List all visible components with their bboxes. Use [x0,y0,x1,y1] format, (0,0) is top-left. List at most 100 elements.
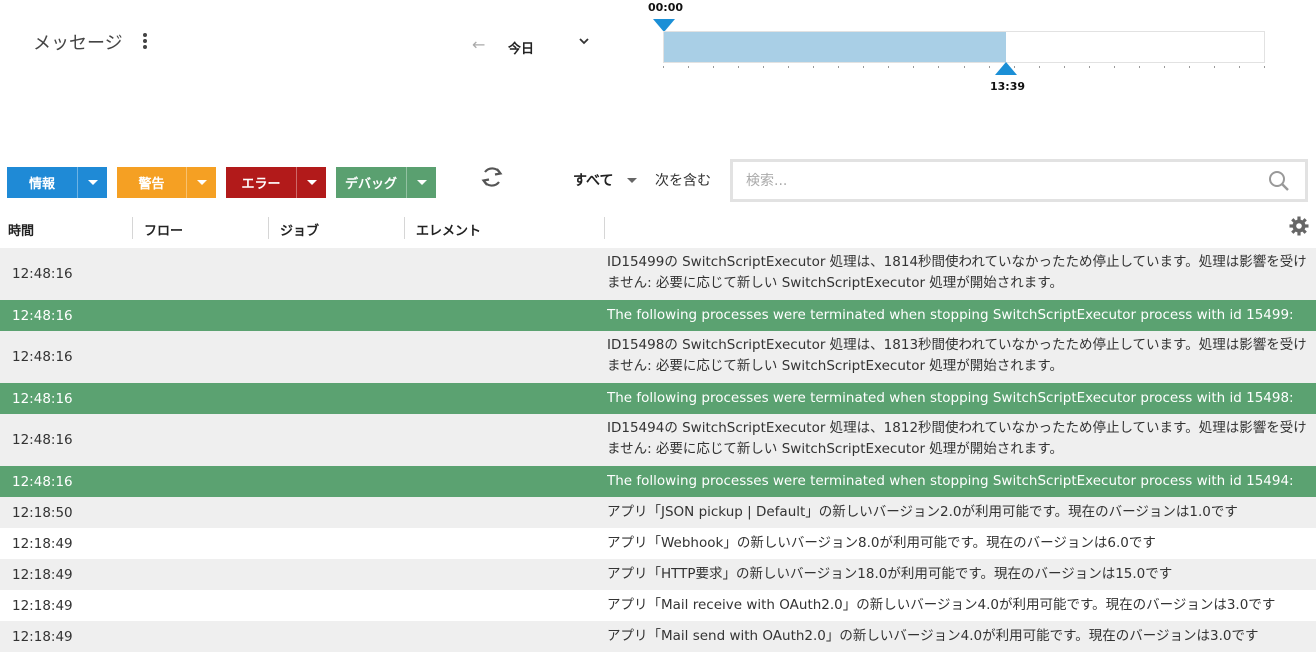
filter-debug-label[interactable]: デバッグ [336,167,406,198]
timeline-tick [1213,66,1215,68]
table-row[interactable]: 12:48:16 The following processes were te… [0,300,1316,331]
timeline-tick [1138,66,1140,68]
row-time: 12:48:16 [12,307,73,324]
filter-info-label[interactable]: 情報 [7,167,77,198]
timeline-tick [838,66,840,68]
row-message: ID15499の SwitchScriptExecutor 処理は、1814秒間… [607,252,1316,294]
column-divider[interactable] [604,217,605,239]
row-message-line: ID15494の SwitchScriptExecutor 処理は、1812秒間… [607,420,1307,436]
row-time: 12:18:49 [12,566,73,583]
timeline-tick [1088,66,1090,68]
row-message: アプリ「Mail send with OAuth2.0」の新しいバージョン4.0… [607,628,1259,644]
table-row[interactable]: 12:18:50 アプリ「JSON pickup | Default」の新しいバ… [0,497,1316,528]
row-time: 12:48:16 [12,473,73,490]
table-row[interactable]: 12:48:16 ID15499の SwitchScriptExecutor 処… [0,248,1316,300]
timeline-bar[interactable] [663,31,1265,63]
table-row[interactable]: 12:48:16 The following processes were te… [0,383,1316,414]
timeline-tick [1063,66,1065,68]
table-row[interactable]: 12:48:16 The following processes were te… [0,466,1316,497]
filter-debug-button[interactable]: デバッグ [336,167,436,198]
row-message: The following processes were terminated … [607,307,1294,323]
row-message: The following processes were terminated … [607,473,1294,489]
timeline-end-label: 13:39 [990,80,1026,93]
timeline-tick [1238,66,1240,68]
table-row[interactable]: 12:18:49 アプリ「Mail send with OAuth2.0」の新し… [0,621,1316,652]
filter-info-button[interactable]: 情報 [7,167,107,198]
timeline-end-handle[interactable] [995,62,1017,75]
row-message: アプリ「Webhook」の新しいバージョン8.0が利用可能です。現在のバージョン… [607,535,1156,551]
timeline-start-label: 00:00 [648,1,684,14]
table-row[interactable]: 12:18:49 アプリ「Webhook」の新しいバージョン8.0が利用可能です… [0,528,1316,559]
row-time: 12:48:16 [12,390,73,407]
chevron-down-icon[interactable] [578,35,590,51]
filter-debug-dropdown-icon[interactable] [406,167,436,198]
timeline-tick [913,66,915,68]
timeline-tick [1113,66,1115,68]
column-header-job[interactable]: ジョブ [280,220,319,239]
row-message-line: ません: 必要に応じて新しい SwitchScriptExecutor 処理が開… [607,275,1063,291]
row-message: The following processes were terminated … [607,390,1294,406]
filter-error-dropdown-icon[interactable] [296,167,326,198]
row-message: ID15494の SwitchScriptExecutor 処理は、1812秒間… [607,418,1316,460]
column-header-time[interactable]: 時間 [8,220,34,239]
table-row[interactable]: 12:48:16 ID15498の SwitchScriptExecutor 処… [0,331,1316,383]
table-row[interactable]: 12:18:49 アプリ「HTTP要求」の新しいバージョン18.0が利用可能です… [0,559,1316,590]
filter-error-button[interactable]: エラー [226,167,326,198]
timeline-tick [763,66,765,68]
timeline-tick [713,66,715,68]
timeline-tick [663,66,664,68]
message-list: 12:48:16 ID15499の SwitchScriptExecutor 処… [0,248,1316,652]
timeline-tick [988,66,990,68]
gear-icon[interactable] [1289,216,1309,236]
row-message-line: ません: 必要に応じて新しい SwitchScriptExecutor 処理が開… [607,358,1063,374]
search-input[interactable] [733,162,1233,199]
filter-warning-dropdown-icon[interactable] [186,167,216,198]
timeline-ticks [663,66,1265,70]
row-message-line: ID15498の SwitchScriptExecutor 処理は、1813秒間… [607,337,1307,353]
page-title: メッセージ [33,33,123,54]
timeline-tick [963,66,965,68]
timeline-tick [1163,66,1165,68]
search-box[interactable] [730,159,1308,202]
row-message: アプリ「HTTP要求」の新しいバージョン18.0が利用可能です。現在のバージョン… [607,566,1173,582]
table-row[interactable]: 12:48:16 ID15494の SwitchScriptExecutor 処… [0,414,1316,466]
row-message-line: ません: 必要に応じて新しい SwitchScriptExecutor 処理が開… [607,441,1063,457]
column-header-flow[interactable]: フロー [144,220,183,239]
row-message: アプリ「Mail receive with OAuth2.0」の新しいバージョン… [607,597,1276,613]
timeline-tick [1188,66,1190,68]
row-time: 12:18:49 [12,535,73,552]
row-time: 12:18:49 [12,628,73,645]
filter-warning-button[interactable]: 警告 [117,167,216,198]
row-message: ID15498の SwitchScriptExecutor 処理は、1813秒間… [607,335,1316,377]
filter-warning-label[interactable]: 警告 [117,167,186,198]
row-time: 12:18:50 [12,504,73,521]
row-time: 12:48:16 [12,266,73,282]
filter-error-label[interactable]: エラー [226,167,296,198]
arrow-left-icon[interactable]: ← [472,35,485,54]
caret-down-icon[interactable] [627,178,637,183]
column-divider[interactable] [268,217,269,239]
timeline-tick [938,66,940,68]
scope-selector[interactable]: すべて [573,170,613,190]
row-time: 12:18:49 [12,597,73,614]
kebab-vertical-icon[interactable] [143,33,147,51]
timeline-tick [788,66,790,68]
timeline-tick [1038,66,1040,68]
refresh-icon[interactable] [478,163,506,198]
search-icon[interactable] [1267,169,1291,193]
column-divider[interactable] [132,217,133,239]
match-mode-label[interactable]: 次を含む [655,170,711,190]
column-divider[interactable] [404,217,405,239]
timeline-tick [688,66,690,68]
timeline-fill [664,32,1006,62]
row-time: 12:48:16 [12,432,73,448]
timeline-tick [813,66,815,68]
filter-info-dropdown-icon[interactable] [77,167,107,198]
timeline-tick [863,66,865,68]
period-selector[interactable]: 今日 [508,38,534,57]
table-row[interactable]: 12:18:49 アプリ「Mail receive with OAuth2.0」… [0,590,1316,621]
timeline-tick [738,66,740,68]
row-message: アプリ「JSON pickup | Default」の新しいバージョン2.0が利… [607,504,1238,520]
table-header: 時間 フロー ジョブ エレメント [0,213,1316,243]
column-header-element[interactable]: エレメント [416,220,481,239]
